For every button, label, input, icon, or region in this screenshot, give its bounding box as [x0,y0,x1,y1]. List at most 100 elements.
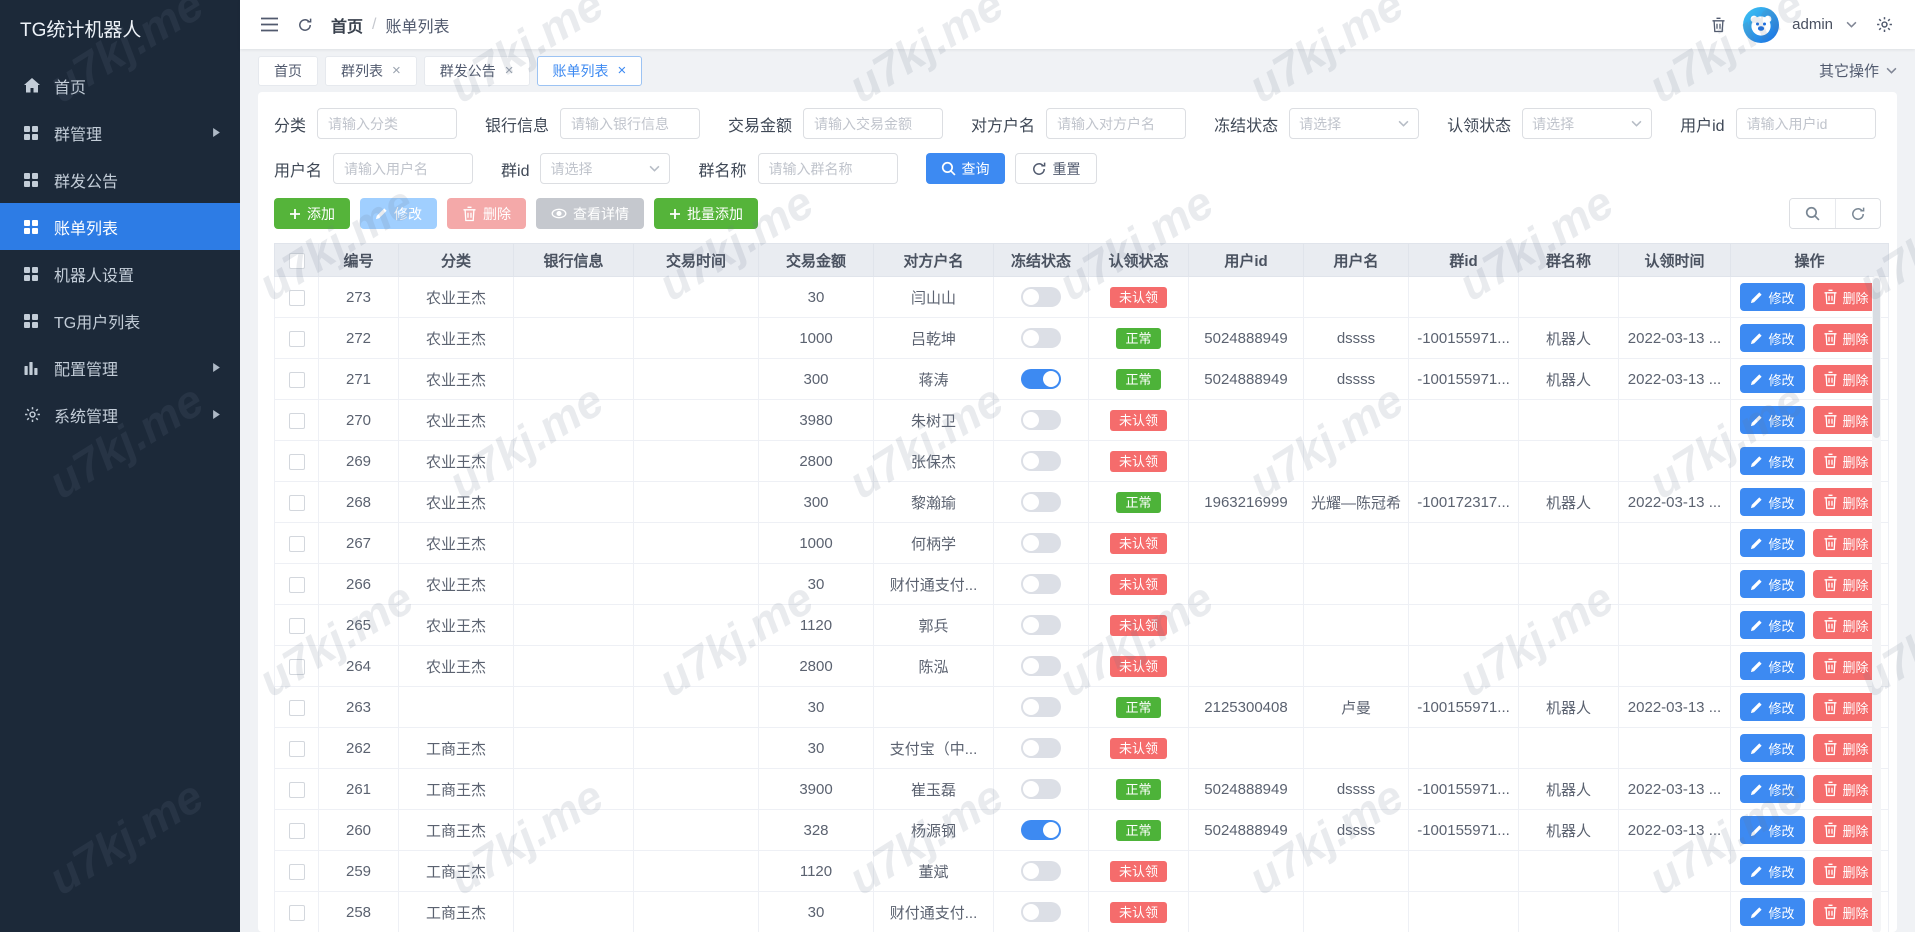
row-edit-button[interactable]: 修改 [1740,734,1805,762]
filter-select-frozen-status[interactable]: 请选择 [1289,108,1420,139]
filter-input-user-id[interactable] [1735,108,1876,139]
frozen-toggle[interactable] [1021,615,1061,635]
row-checkbox[interactable] [288,494,305,511]
filter-select-group-id[interactable]: 请选择 [540,153,671,184]
row-delete-button[interactable]: 删除 [1812,283,1879,311]
row-checkbox[interactable] [288,617,305,634]
row-delete-button[interactable]: 删除 [1812,529,1879,557]
row-delete-button[interactable]: 删除 [1812,488,1879,516]
filter-select-claim-status[interactable]: 请选择 [1522,108,1653,139]
tab-close-icon[interactable]: × [505,63,514,78]
row-edit-button[interactable]: 修改 [1740,898,1805,926]
batch-add-button[interactable]: 批量添加 [654,198,758,229]
row-edit-button[interactable]: 修改 [1740,570,1805,598]
row-delete-button[interactable]: 删除 [1812,898,1879,926]
frozen-toggle[interactable] [1021,697,1061,717]
frozen-toggle[interactable] [1021,820,1061,840]
gear-icon[interactable] [1876,16,1893,33]
chevron-down-icon[interactable] [1846,21,1857,28]
row-checkbox[interactable] [288,781,305,798]
row-checkbox[interactable] [288,699,305,716]
filter-input-bank-info[interactable] [560,108,701,139]
frozen-toggle[interactable] [1021,533,1061,553]
row-checkbox[interactable] [288,330,305,347]
frozen-toggle[interactable] [1021,738,1061,758]
row-checkbox[interactable] [288,863,305,880]
sidebar-item-group-manage[interactable]: 群管理 [0,109,240,156]
menu-collapse-icon[interactable] [260,17,279,32]
add-button[interactable]: 添加 [274,198,350,229]
reset-button[interactable]: 重置 [1014,153,1097,184]
avatar[interactable] [1743,6,1780,43]
sidebar-item-tg-user-list[interactable]: TG用户列表 [0,297,240,344]
filter-input-category[interactable] [317,108,458,139]
frozen-toggle[interactable] [1021,369,1061,389]
table-scrollbar[interactable] [1872,276,1881,932]
sidebar-item-bill-list[interactable]: 账单列表 [0,203,240,250]
sidebar-item-robot-settings[interactable]: 机器人设置 [0,250,240,297]
sidebar-item-config-manage[interactable]: 配置管理 [0,344,240,391]
row-delete-button[interactable]: 删除 [1812,611,1879,639]
row-delete-button[interactable]: 删除 [1812,652,1879,680]
row-checkbox[interactable] [288,822,305,839]
row-edit-button[interactable]: 修改 [1740,652,1805,680]
scrollbar-thumb[interactable] [1873,278,1880,438]
row-edit-button[interactable]: 修改 [1740,693,1805,721]
row-delete-button[interactable]: 删除 [1812,816,1879,844]
frozen-toggle[interactable] [1021,902,1061,922]
row-delete-button[interactable]: 删除 [1812,693,1879,721]
row-checkbox[interactable] [288,740,305,757]
frozen-toggle[interactable] [1021,779,1061,799]
sidebar-item-home[interactable]: 首页 [0,62,240,109]
tab-home[interactable]: 首页 [258,55,318,86]
tab-group-list[interactable]: 群列表 × [325,55,417,86]
row-checkbox[interactable] [288,904,305,921]
frozen-toggle[interactable] [1021,656,1061,676]
sidebar-item-system-manage[interactable]: 系统管理 [0,391,240,438]
table-refresh-button[interactable] [1835,199,1880,228]
row-edit-button[interactable]: 修改 [1740,775,1805,803]
row-checkbox[interactable] [288,658,305,675]
tab-bill-list[interactable]: 账单列表 × [536,55,643,86]
frozen-toggle[interactable] [1021,492,1061,512]
row-edit-button[interactable]: 修改 [1740,816,1805,844]
frozen-toggle[interactable] [1021,574,1061,594]
row-delete-button[interactable]: 删除 [1812,406,1879,434]
row-edit-button[interactable]: 修改 [1740,283,1805,311]
row-delete-button[interactable]: 删除 [1812,324,1879,352]
row-checkbox[interactable] [288,289,305,306]
sidebar-item-group-announce[interactable]: 群发公告 [0,156,240,203]
tab-group-announce[interactable]: 群发公告 × [423,55,530,86]
filter-input-amount[interactable] [803,108,944,139]
row-delete-button[interactable]: 删除 [1812,775,1879,803]
row-edit-button[interactable]: 修改 [1740,324,1805,352]
row-edit-button[interactable]: 修改 [1740,406,1805,434]
row-checkbox[interactable] [288,576,305,593]
frozen-toggle[interactable] [1021,328,1061,348]
frozen-toggle[interactable] [1021,861,1061,881]
more-actions-dropdown[interactable]: 其它操作 [1819,60,1897,81]
frozen-toggle[interactable] [1021,287,1061,307]
search-button[interactable]: 查询 [925,153,1005,184]
row-checkbox[interactable] [288,371,305,388]
breadcrumb-home[interactable]: 首页 [331,13,363,37]
row-checkbox[interactable] [288,412,305,429]
tab-close-icon[interactable]: × [618,63,627,78]
row-delete-button[interactable]: 删除 [1812,365,1879,393]
refresh-icon[interactable] [297,17,313,33]
row-edit-button[interactable]: 修改 [1740,611,1805,639]
row-edit-button[interactable]: 修改 [1740,447,1805,475]
select-all-checkbox[interactable] [288,252,305,269]
delete-button[interactable]: 删除 [447,198,526,229]
username[interactable]: admin [1792,16,1833,33]
row-edit-button[interactable]: 修改 [1740,857,1805,885]
view-detail-button[interactable]: 查看详情 [536,198,644,229]
row-delete-button[interactable]: 删除 [1812,857,1879,885]
row-checkbox[interactable] [288,453,305,470]
row-delete-button[interactable]: 删除 [1812,447,1879,475]
row-edit-button[interactable]: 修改 [1740,529,1805,557]
row-delete-button[interactable]: 删除 [1812,734,1879,762]
filter-input-payer-name[interactable] [1046,108,1187,139]
frozen-toggle[interactable] [1021,451,1061,471]
filter-input-group-name[interactable] [757,153,898,184]
